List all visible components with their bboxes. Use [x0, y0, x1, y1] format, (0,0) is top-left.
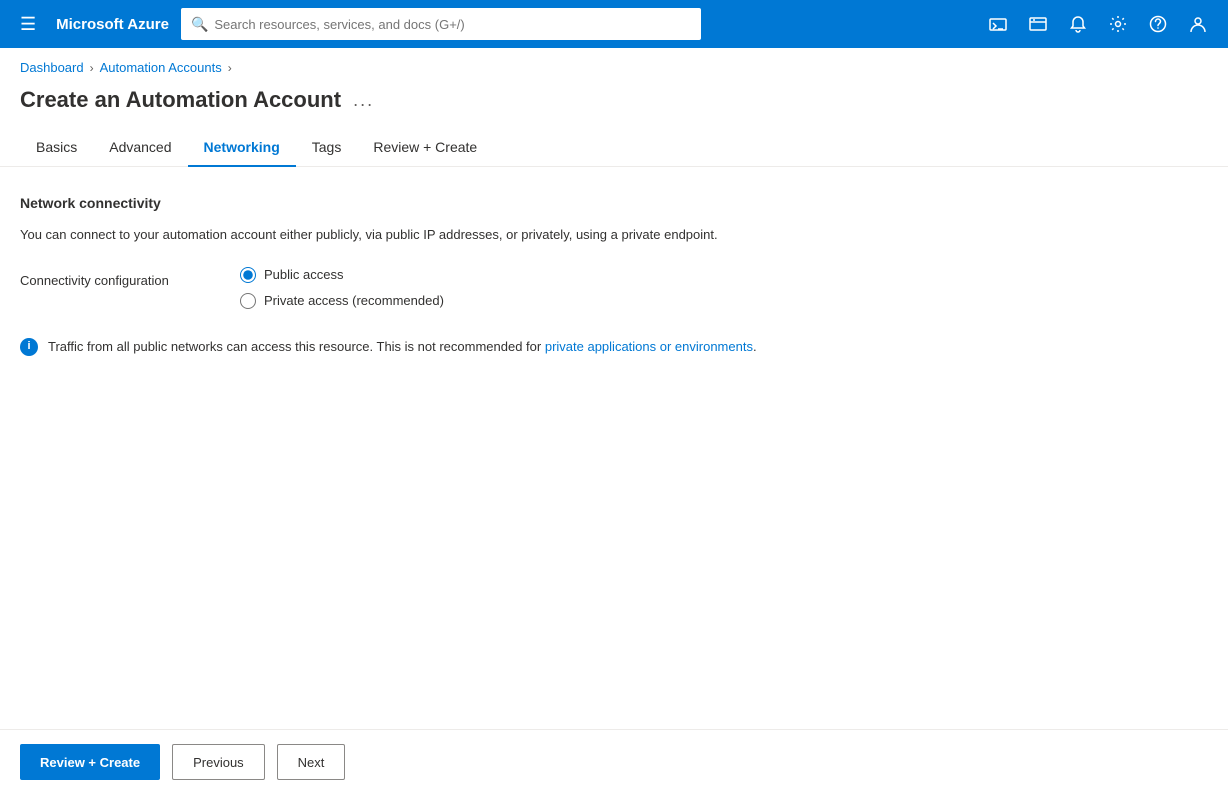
public-access-label: Public access: [264, 267, 343, 282]
notifications-icon[interactable]: [1060, 6, 1096, 42]
search-input[interactable]: [214, 17, 691, 32]
more-options-button[interactable]: ...: [353, 90, 374, 111]
tab-tags[interactable]: Tags: [296, 129, 358, 167]
info-icon: i: [20, 338, 38, 356]
private-access-option[interactable]: Private access (recommended): [240, 293, 444, 309]
breadcrumb-sep-1: ›: [90, 61, 94, 75]
connectivity-label: Connectivity configuration: [20, 267, 240, 288]
breadcrumb-dashboard[interactable]: Dashboard: [20, 60, 84, 75]
info-text: Traffic from all public networks can acc…: [48, 337, 757, 357]
next-button[interactable]: Next: [277, 744, 346, 780]
info-box: i Traffic from all public networks can a…: [20, 337, 1208, 357]
cloud-shell-icon[interactable]: [980, 6, 1016, 42]
tab-basics[interactable]: Basics: [20, 129, 93, 167]
review-create-button[interactable]: Review + Create: [20, 744, 160, 780]
footer: Review + Create Previous Next: [0, 729, 1228, 794]
connectivity-radio-group: Public access Private access (recommende…: [240, 267, 444, 309]
private-access-radio[interactable]: [240, 293, 256, 309]
hamburger-menu[interactable]: ☰: [12, 10, 44, 39]
help-icon[interactable]: [1140, 6, 1176, 42]
topbar: ☰ Microsoft Azure 🔍: [0, 0, 1228, 48]
private-access-label: Private access (recommended): [264, 293, 444, 308]
page-header: Create an Automation Account ...: [0, 79, 1228, 129]
brand-logo: Microsoft Azure: [56, 16, 169, 33]
info-link[interactable]: private applications or environments: [545, 339, 753, 354]
search-bar: 🔍: [181, 8, 701, 40]
connectivity-form-row: Connectivity configuration Public access…: [20, 267, 1208, 309]
tab-networking[interactable]: Networking: [188, 129, 296, 167]
tab-advanced[interactable]: Advanced: [93, 129, 187, 167]
account-icon[interactable]: [1180, 6, 1216, 42]
settings-icon[interactable]: [1100, 6, 1136, 42]
tab-review-create[interactable]: Review + Create: [357, 129, 493, 167]
page-title: Create an Automation Account: [20, 87, 341, 113]
breadcrumb: Dashboard › Automation Accounts ›: [0, 48, 1228, 79]
section-title: Network connectivity: [20, 195, 1208, 211]
public-access-radio[interactable]: [240, 267, 256, 283]
public-access-option[interactable]: Public access: [240, 267, 444, 283]
previous-button[interactable]: Previous: [172, 744, 265, 780]
tabs: Basics Advanced Networking Tags Review +…: [0, 129, 1228, 167]
directory-icon[interactable]: [1020, 6, 1056, 42]
topbar-icons: [980, 6, 1216, 42]
breadcrumb-sep-2: ›: [228, 61, 232, 75]
breadcrumb-automation-accounts[interactable]: Automation Accounts: [100, 60, 222, 75]
section-description: You can connect to your automation accou…: [20, 225, 1208, 245]
search-icon: 🔍: [191, 16, 208, 33]
main-content: Network connectivity You can connect to …: [0, 167, 1228, 376]
